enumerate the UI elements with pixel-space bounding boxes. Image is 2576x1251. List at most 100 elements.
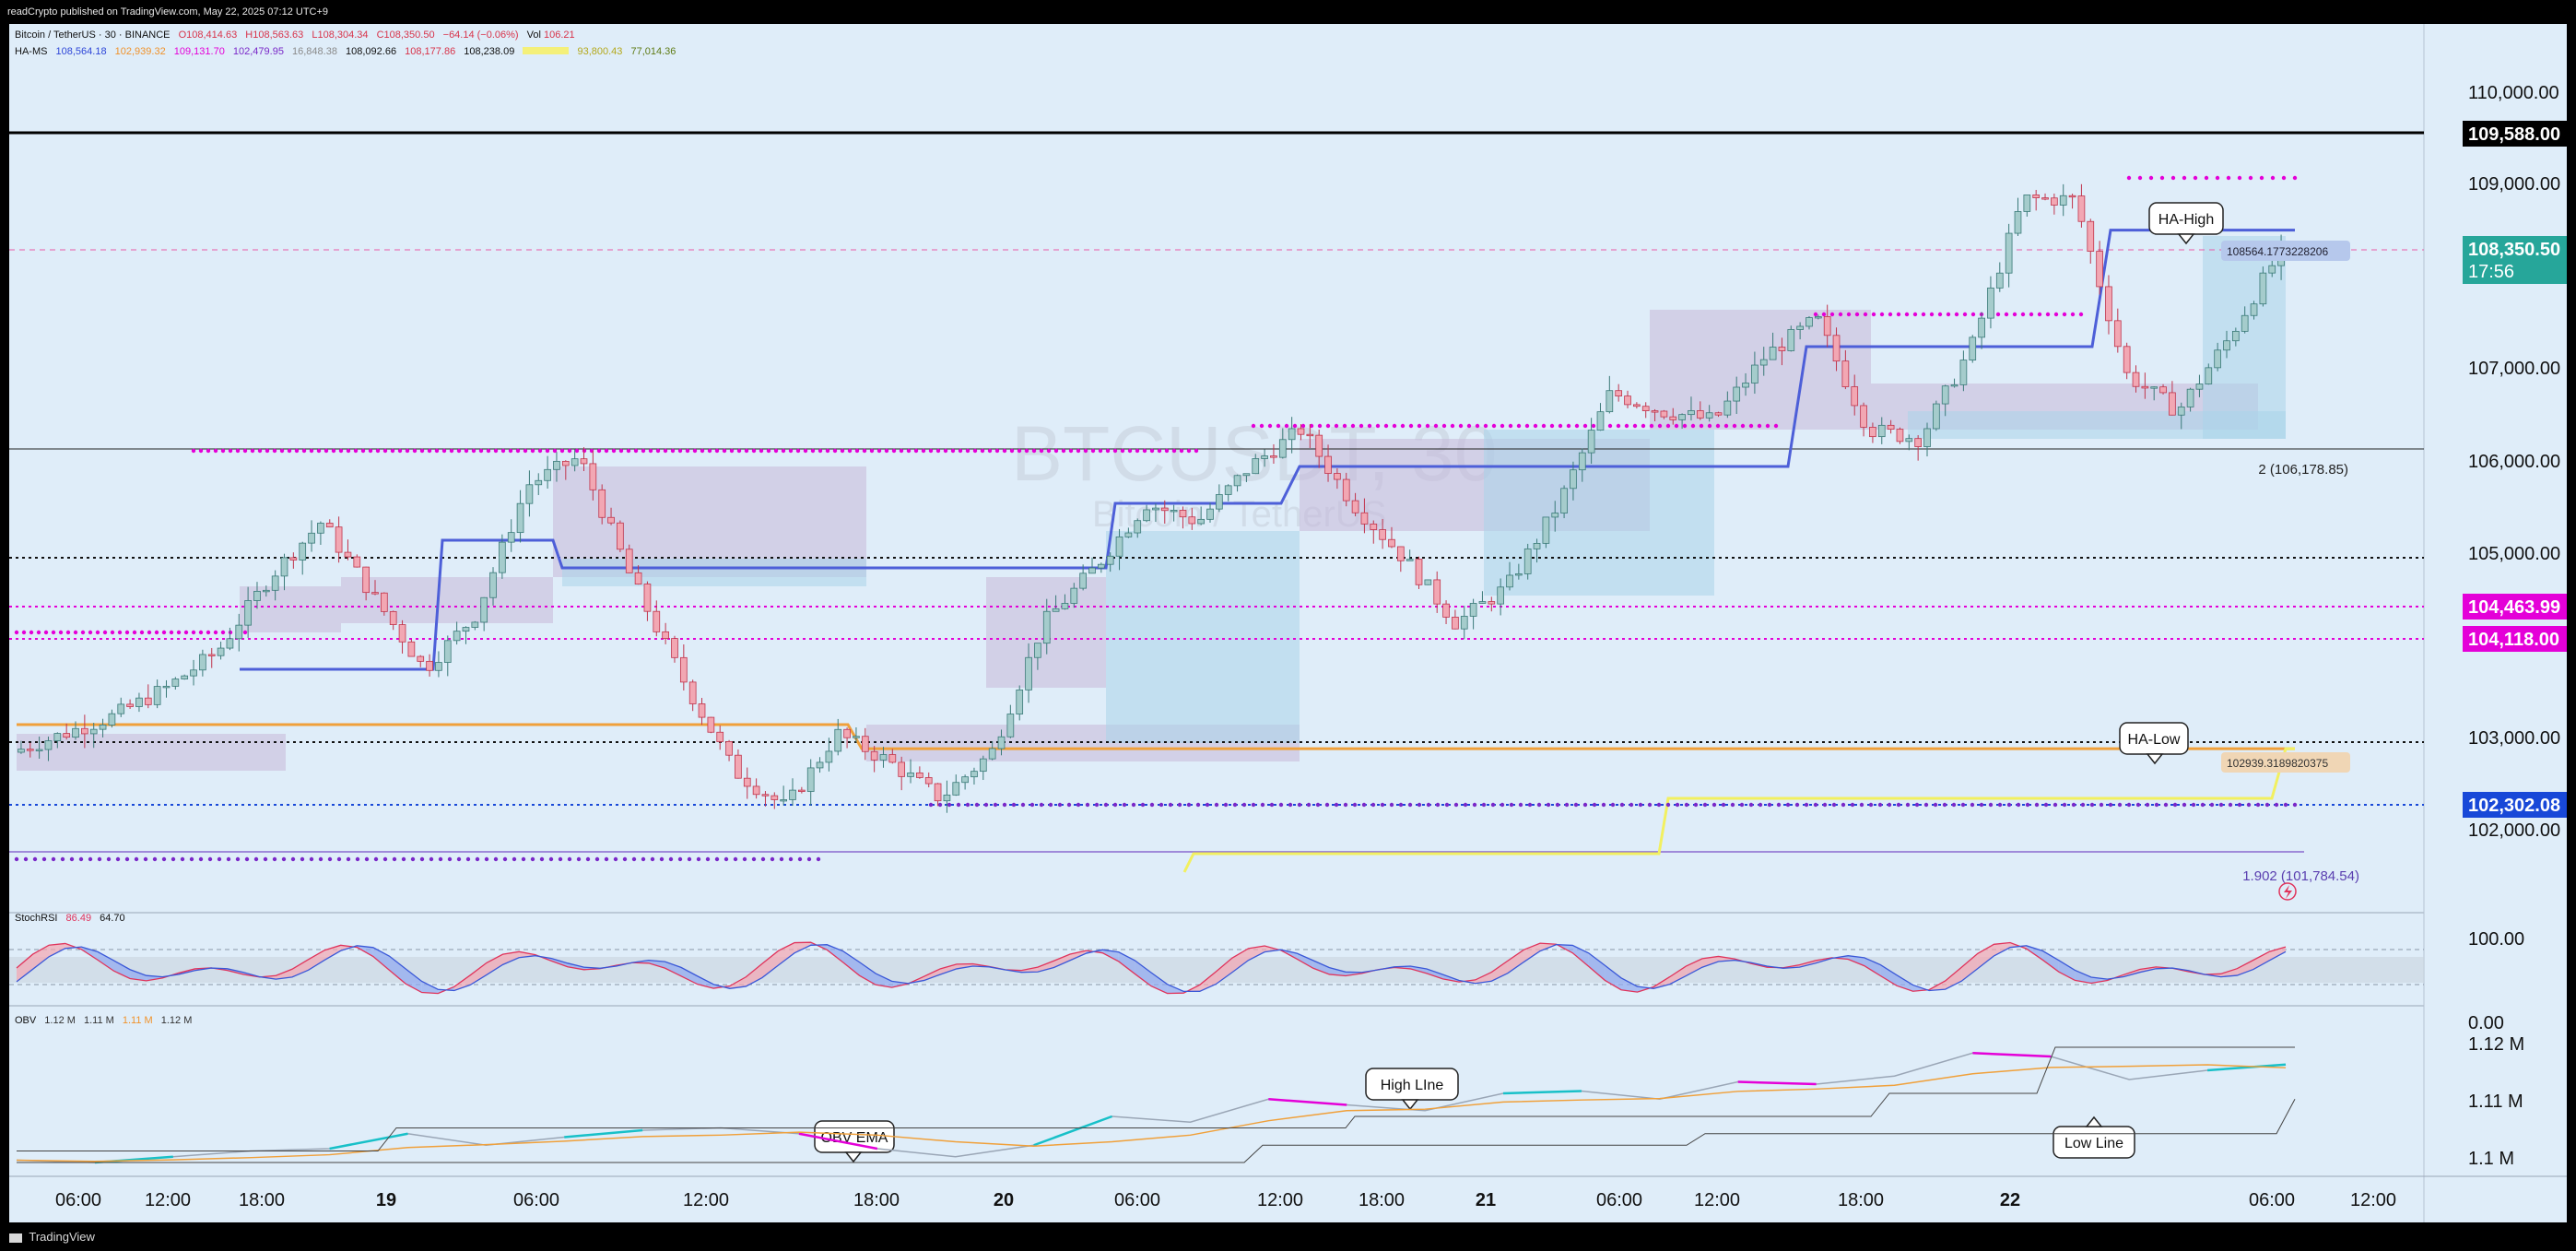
dot <box>456 448 462 454</box>
chart-area[interactable]: BTCUSDT, 30 Bitcoin / TetherUS 102939.31… <box>9 24 2567 1222</box>
dot <box>722 448 727 454</box>
candle-body <box>2205 367 2213 384</box>
candle-body <box>888 754 897 763</box>
dot <box>51 856 56 862</box>
dot <box>641 448 646 454</box>
dot <box>263 856 268 862</box>
dot <box>1186 448 1192 454</box>
candle-body <box>1914 438 1923 447</box>
dot <box>250 448 255 454</box>
legend-stoch[interactable]: StochRSI 86.49 64.70 <box>15 913 131 924</box>
countdown-text: 17:56 <box>2468 262 2514 282</box>
dot <box>723 856 729 862</box>
time-tick: 18:00 <box>1838 1190 1884 1210</box>
dot <box>714 448 720 454</box>
dot <box>1541 423 1547 429</box>
candle-body <box>1514 573 1523 576</box>
dot <box>1325 423 1331 429</box>
dot <box>1533 423 1538 429</box>
dot <box>323 448 329 454</box>
dot <box>106 856 112 862</box>
candle-body <box>99 724 107 730</box>
dot <box>2218 802 2224 808</box>
dot <box>1324 802 1330 808</box>
candle-body <box>2077 195 2086 222</box>
dot <box>659 856 665 862</box>
candle-body <box>1560 488 1568 513</box>
dot <box>2264 802 2270 808</box>
dot <box>1582 802 1588 808</box>
dot <box>1607 423 1613 429</box>
dot <box>373 856 379 862</box>
dot <box>397 448 403 454</box>
candle-body <box>1034 643 1041 658</box>
dot <box>375 448 381 454</box>
candle-body <box>943 794 951 802</box>
legend-obv[interactable]: OBV 1.12 M 1.11 M 1.11 M 1.12 M <box>15 1015 197 1026</box>
time-tick-day: 22 <box>2000 1190 2020 1210</box>
dot <box>633 448 639 454</box>
obv-axis-1: 1.12 M <box>2468 1034 2524 1055</box>
dot <box>935 448 941 454</box>
candle <box>1969 335 1977 363</box>
candle-body <box>1452 617 1459 630</box>
time-tick: 06:00 <box>1114 1190 1160 1210</box>
dot <box>1564 802 1570 808</box>
candle-body <box>1324 455 1332 474</box>
footer-brand: TradingView <box>29 1230 95 1244</box>
dot <box>1896 802 1901 808</box>
candle-body <box>44 740 53 750</box>
dot <box>810 448 816 454</box>
candle-body <box>207 654 216 656</box>
dot <box>152 856 158 862</box>
dot <box>21 630 27 635</box>
dot <box>797 856 803 862</box>
chart-svg[interactable]: BTCUSDT, 30 Bitcoin / TetherUS 102939.31… <box>9 24 2567 1222</box>
published-header: readCrypto published on TradingView.com,… <box>0 0 2576 24</box>
dot <box>1665 802 1671 808</box>
dot <box>1829 312 1835 317</box>
dot <box>2053 802 2058 808</box>
candle-body <box>1334 473 1341 480</box>
dot <box>2126 802 2132 808</box>
obv-name: OBV <box>15 1015 37 1026</box>
candle-body <box>126 703 134 707</box>
candle-body <box>1841 360 1850 387</box>
dot <box>1157 448 1162 454</box>
candle-body <box>299 542 307 561</box>
time-tick: 18:00 <box>853 1190 900 1210</box>
candle-body <box>770 795 779 800</box>
candle-body <box>2150 386 2158 389</box>
candle-body <box>598 489 606 518</box>
dot <box>1619 802 1625 808</box>
legend-main[interactable]: Bitcoin / TetherUS · 30 · BINANCE O108,4… <box>15 30 581 41</box>
candle-body <box>1606 390 1614 413</box>
time-tick: 12:00 <box>1694 1190 1740 1210</box>
candle-body <box>1796 325 1804 330</box>
candle <box>1415 556 1423 589</box>
legend-symbol: Bitcoin / TetherUS · 30 · BINANCE <box>15 30 171 41</box>
svg-text:HA-High: HA-High <box>2158 212 2214 228</box>
candle-body <box>1160 507 1169 512</box>
candle-body <box>190 669 197 677</box>
dot <box>1168 802 1173 808</box>
candle-body <box>1278 439 1287 458</box>
dot <box>2137 175 2143 181</box>
dot <box>88 630 93 635</box>
candle-body <box>289 557 298 561</box>
candle-body <box>1887 424 1895 430</box>
candle-body <box>1723 400 1732 416</box>
dot <box>1195 802 1201 808</box>
dot <box>1997 802 2003 808</box>
legend-hams[interactable]: HA-MS 108,564.18 102,939.32 109,131.70 1… <box>15 46 681 57</box>
candle-body <box>1115 536 1123 557</box>
dot <box>2071 802 2076 808</box>
dot <box>795 448 801 454</box>
dot <box>1970 802 1975 808</box>
candle-body <box>2214 349 2221 369</box>
dot <box>840 448 845 454</box>
dot <box>257 448 263 454</box>
dot <box>51 630 56 635</box>
candle-body <box>516 502 524 534</box>
dot <box>1641 423 1646 429</box>
